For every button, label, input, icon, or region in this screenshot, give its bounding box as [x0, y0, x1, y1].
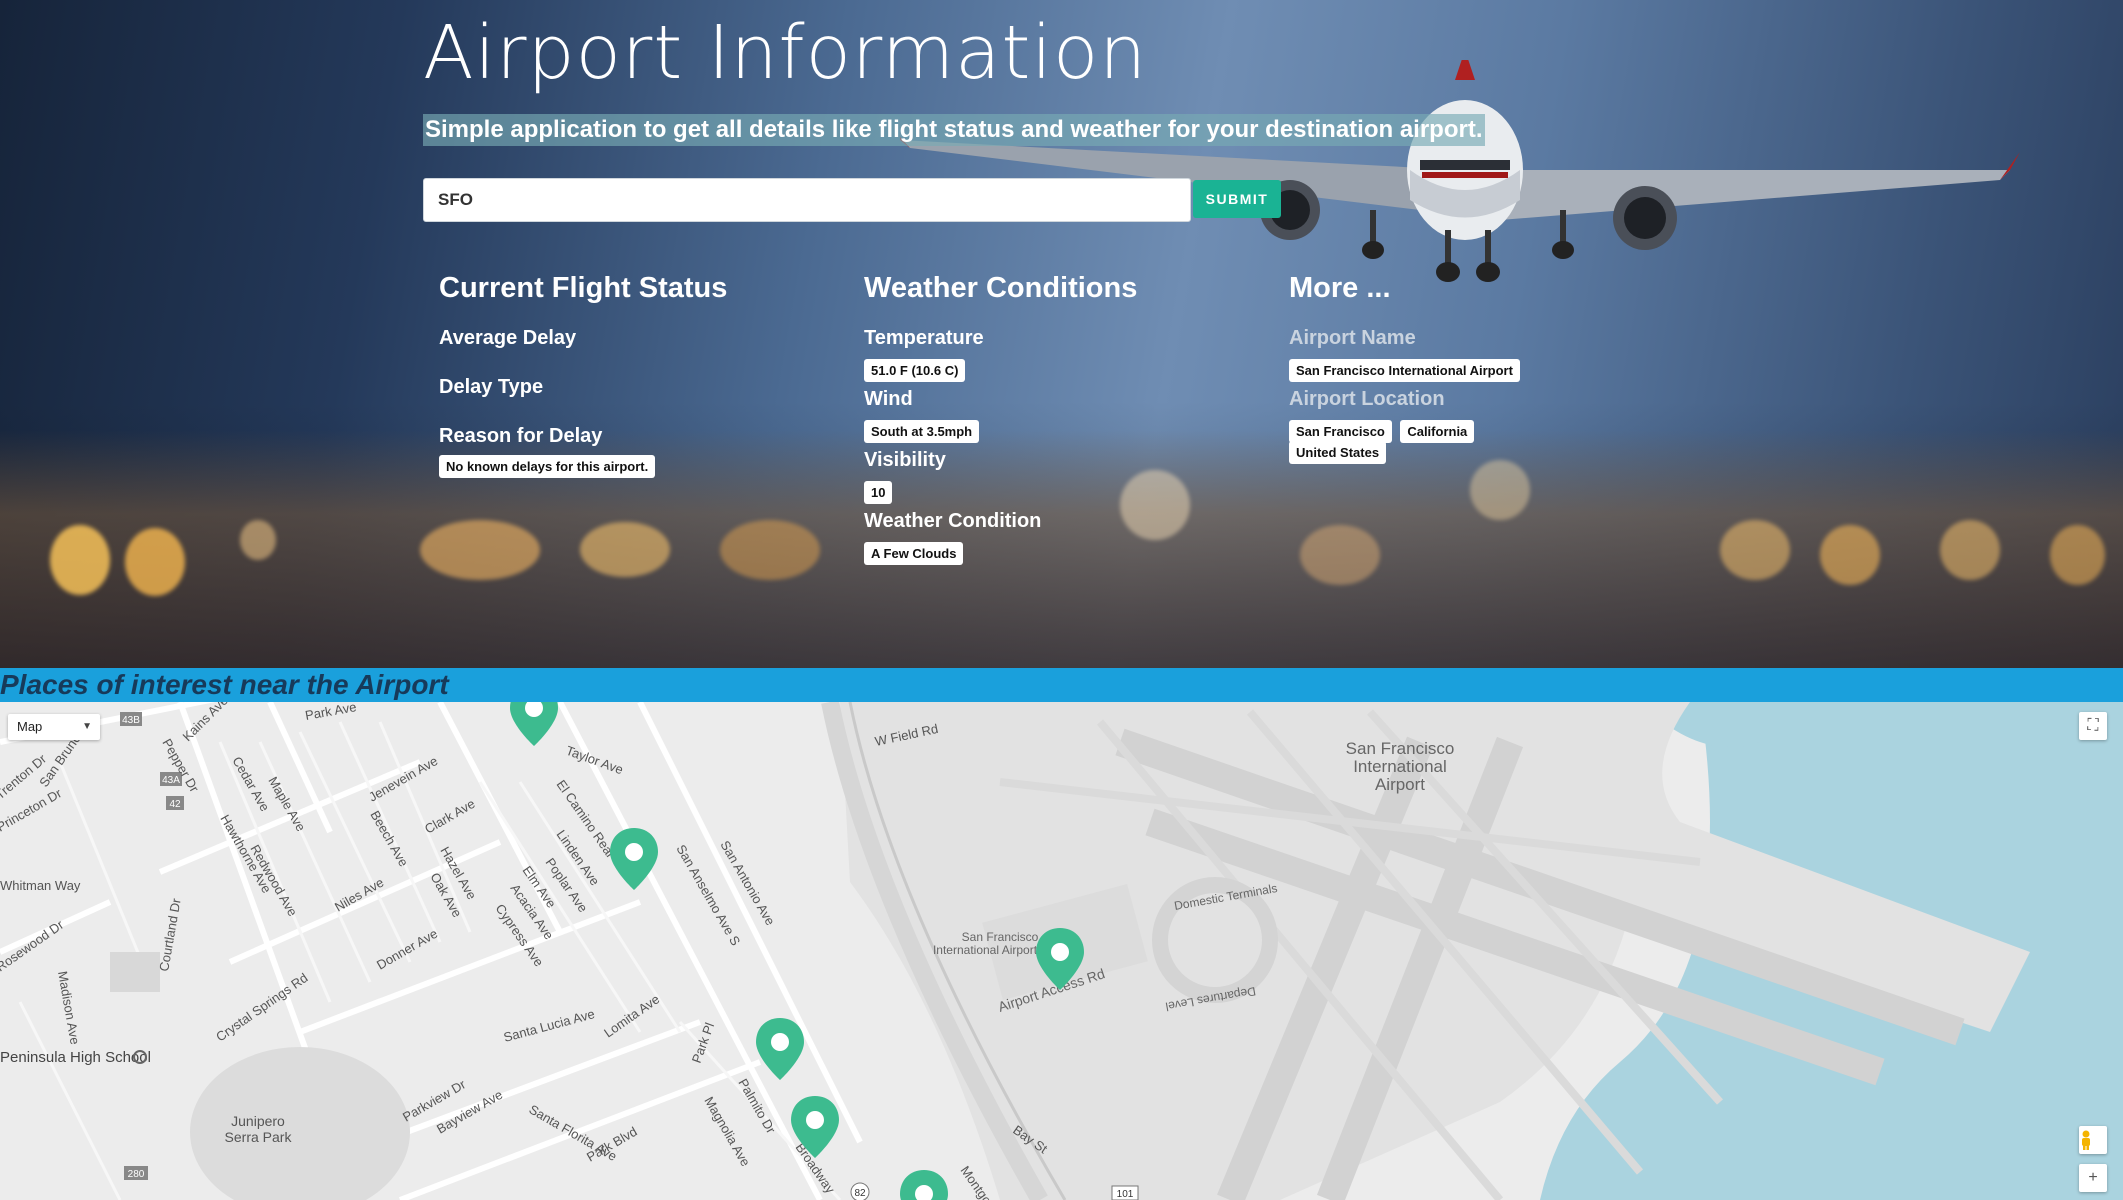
map-type-label: Map	[17, 719, 43, 734]
map-type-select[interactable]: Map ▼	[8, 714, 100, 740]
bokeh-light	[50, 525, 110, 595]
bokeh-light	[240, 520, 276, 560]
temperature-label: Temperature	[864, 327, 984, 349]
bokeh-light	[1470, 460, 1530, 520]
street-label: Whitman Way	[0, 878, 81, 893]
street-label: Donner Ave	[374, 926, 440, 973]
shield-43b: 43B	[122, 715, 140, 726]
street-label: Santa Lucia Ave	[502, 1006, 596, 1045]
street-label: Crystal Springs Rd	[213, 970, 310, 1044]
street-view-pegman-icon[interactable]	[2079, 1126, 2107, 1154]
wind-label: Wind	[864, 388, 913, 410]
map-pin-icon[interactable]	[756, 1018, 804, 1080]
airport-code-input[interactable]	[423, 178, 1191, 222]
bokeh-light	[720, 520, 820, 580]
street-label: Courtland Dr	[156, 897, 184, 973]
map-pin-icon[interactable]	[510, 702, 558, 746]
shield-42: 42	[169, 799, 181, 810]
bokeh-light	[580, 522, 670, 577]
airport-location-badges: San Francisco California United States	[1289, 420, 1559, 464]
bokeh-light	[1940, 520, 2000, 580]
average-delay-label: Average Delay	[439, 327, 577, 349]
bokeh-light	[420, 520, 540, 580]
weather-heading: Weather Conditions	[864, 272, 1138, 304]
shield-280: 280	[128, 1169, 145, 1180]
flight-status-panel: Current Flight Status Average Delay Dela…	[439, 272, 839, 478]
country-badge: United States	[1289, 441, 1387, 464]
more-heading: More ...	[1289, 272, 1391, 304]
park-label-1: Junipero	[231, 1113, 285, 1129]
weather-condition-label: Weather Condition	[864, 510, 1042, 532]
places-header-bar: Places of interest near the Airport	[0, 668, 2123, 702]
bokeh-light	[2050, 525, 2105, 585]
page-subtitle: Simple application to get all details li…	[423, 114, 1485, 146]
city-badge: San Francisco	[1289, 420, 1392, 443]
street-label: Clark Ave	[422, 796, 477, 837]
airport-map-label-2: International	[1353, 757, 1447, 776]
delay-reason-badge: No known delays for this airport.	[439, 455, 656, 478]
visibility-badge: 10	[864, 481, 893, 504]
park-label-2: Serra Park	[225, 1129, 293, 1145]
airport-map-label-3: Airport	[1375, 775, 1425, 794]
map-canvas[interactable]: 43B 43A 42 280 82 101 San Francisco Inte…	[0, 702, 2123, 1200]
bokeh-light	[125, 528, 185, 596]
more-info-panel: More ... Airport Name San Francisco Inte…	[1289, 272, 1689, 464]
delay-type-label: Delay Type	[439, 376, 544, 398]
flight-status-heading: Current Flight Status	[439, 272, 728, 304]
street-label: Cedar Ave	[229, 754, 272, 814]
weather-panel: Weather Conditions Temperature 51.0 F (1…	[864, 272, 1264, 565]
page-title: Airport Information	[423, 10, 1148, 96]
wind-badge: South at 3.5mph	[864, 420, 980, 443]
chevron-down-icon: ▼	[82, 721, 92, 732]
temperature-badge: 51.0 F (10.6 C)	[864, 359, 966, 382]
places-title: Places of interest near the Airport	[0, 669, 449, 700]
airport-map-label-1: San Francisco	[1346, 739, 1455, 758]
state-badge: California	[1400, 420, 1475, 443]
terminal-label-1: San Francisco	[962, 930, 1039, 944]
delay-reason-label: Reason for Delay	[439, 425, 603, 447]
terminal-label-2: International Airport	[933, 943, 1038, 957]
visibility-label: Visibility	[864, 449, 946, 471]
submit-button[interactable]: SUBMIT	[1193, 180, 1281, 218]
shield-43a: 43A	[162, 775, 180, 786]
school-label: Peninsula High School	[0, 1049, 151, 1066]
bokeh-light	[1720, 520, 1790, 580]
fullscreen-icon[interactable]: ⛶	[2079, 712, 2107, 740]
weather-condition-badge: A Few Clouds	[864, 542, 964, 565]
airport-location-label: Airport Location	[1289, 388, 1445, 410]
street-label: Madison Ave	[55, 970, 83, 1046]
map-pin-icon[interactable]	[900, 1170, 948, 1200]
map-view[interactable]: 43B 43A 42 280 82 101 San Francisco Inte…	[0, 702, 2123, 1200]
zoom-in-icon[interactable]: +	[2079, 1164, 2107, 1192]
street-label: Lomita Ave	[601, 991, 662, 1040]
street-label: Park Ave	[304, 702, 358, 723]
shield-82: 82	[854, 1188, 866, 1199]
street-label: Beech Ave	[367, 808, 411, 869]
airport-name-badge: San Francisco International Airport	[1289, 359, 1520, 382]
bokeh-light	[1820, 525, 1880, 585]
hero-banner: Airport Information Simple application t…	[0, 0, 2123, 668]
airport-name-label: Airport Name	[1289, 327, 1416, 349]
bokeh-light	[1300, 525, 1380, 585]
shield-101: 101	[1117, 1189, 1134, 1200]
street-label: Magnolia Ave	[701, 1094, 753, 1169]
